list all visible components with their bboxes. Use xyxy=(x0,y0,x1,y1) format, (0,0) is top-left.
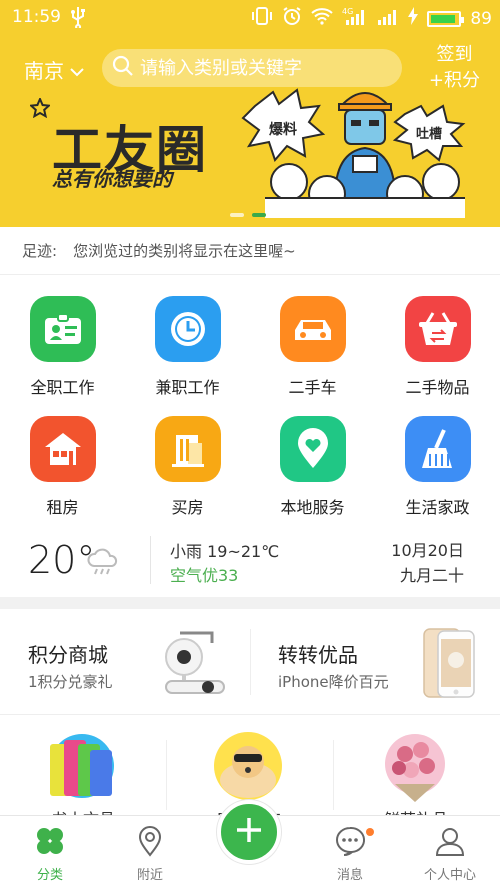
unread-badge xyxy=(366,828,374,836)
category-used-goods[interactable]: 二手物品 xyxy=(375,296,500,398)
house-icon xyxy=(29,416,96,482)
nav-label: 分类 xyxy=(36,868,63,883)
weather-widget[interactable]: 20° 小雨 19~21℃ 空气优33 10月20日 九月二十 xyxy=(0,528,500,596)
status-bar: 11:59 4G 89 xyxy=(0,0,500,36)
nav-nearby[interactable]: 附近 xyxy=(100,824,200,883)
id-card-icon xyxy=(29,296,96,362)
banner-illustration[interactable]: 爆料 吐槽 xyxy=(235,78,475,218)
dog-image xyxy=(208,724,288,808)
category-label: 买房 xyxy=(171,498,204,517)
clock-icon xyxy=(154,296,221,362)
status-icons: 4G 89 xyxy=(251,6,492,31)
battery-icon xyxy=(427,10,465,27)
promo-row: 积分商城 1积分兑豪礼 转转优品 iPhone降价百元 xyxy=(0,609,500,715)
usb-icon xyxy=(70,6,86,33)
wifi-icon xyxy=(311,7,334,30)
clover-icon xyxy=(0,824,100,858)
charging-icon xyxy=(408,7,419,30)
cloud-rain-icon xyxy=(86,548,120,580)
tag-right-text: 吐槽 xyxy=(416,126,442,142)
star-icon xyxy=(28,96,52,122)
nav-category[interactable]: 分类 xyxy=(0,824,100,883)
basket-icon xyxy=(404,296,471,362)
carousel-indicator[interactable] xyxy=(230,213,266,217)
search-icon xyxy=(112,55,134,81)
promo-subtitle: 1积分兑豪礼 xyxy=(28,673,113,691)
top-banner-area: 11:59 4G 89 南京 签到 xyxy=(0,0,500,227)
category-label: 全职工作 xyxy=(30,378,95,397)
city-label: 南京 xyxy=(24,59,64,83)
weather-description: 小雨 19~21℃ xyxy=(170,542,280,561)
robot-camera-image xyxy=(162,627,228,701)
folders-image xyxy=(42,724,122,808)
weather-divider xyxy=(150,536,151,584)
category-used-car[interactable]: 二手车 xyxy=(250,296,375,398)
signal-icon xyxy=(377,6,399,31)
map-pin-icon xyxy=(100,824,200,858)
car-icon xyxy=(279,296,346,362)
section-separator xyxy=(0,597,500,609)
category-label: 租房 xyxy=(46,498,79,517)
building-icon xyxy=(154,416,221,482)
solar-date: 10月20日 xyxy=(391,541,464,560)
category-parttime-job[interactable]: 兼职工作 xyxy=(125,296,250,398)
promo-zhuanzhuan[interactable]: 转转优品 iPhone降价百元 xyxy=(250,609,500,715)
search-input[interactable] xyxy=(140,57,390,79)
promo-title: 积分商城 xyxy=(28,643,108,667)
category-label: 二手物品 xyxy=(405,378,470,397)
battery-level: 89 xyxy=(470,8,492,29)
chat-icon xyxy=(300,824,400,858)
broom-icon xyxy=(404,416,471,482)
nav-label: 消息 xyxy=(336,868,363,883)
publish-button[interactable] xyxy=(217,800,281,864)
promo-title: 转转优品 xyxy=(278,643,358,667)
nav-profile[interactable]: 个人中心 xyxy=(400,824,500,883)
carousel-dot-active[interactable] xyxy=(252,213,266,217)
svg-text:4G: 4G xyxy=(342,7,353,16)
category-rent-house[interactable]: 租房 xyxy=(0,416,125,518)
chevron-down-icon xyxy=(70,58,84,82)
category-label: 本地服务 xyxy=(280,498,345,517)
iphone-image xyxy=(420,627,478,703)
footprint-text: 您浏览过的类别将显示在这里喔~ xyxy=(73,242,296,260)
category-housekeeping[interactable]: 生活家政 xyxy=(375,416,500,518)
status-time: 11:59 xyxy=(12,7,61,27)
user-icon xyxy=(400,824,500,858)
flowers-image xyxy=(375,724,455,808)
carousel-dot[interactable] xyxy=(230,213,244,217)
promo-points-mall[interactable]: 积分商城 1积分兑豪礼 xyxy=(0,609,250,715)
card-stationery[interactable]: 书本文具 xyxy=(0,716,166,816)
category-label: 二手车 xyxy=(288,378,337,397)
signin-label: 签到 xyxy=(436,44,473,65)
air-quality: 空气优33 xyxy=(170,566,239,585)
banner-subtitle: 总有你想要的 xyxy=(52,167,172,191)
footprint-row: 足迹: 您浏览过的类别将显示在这里喔~ xyxy=(0,227,500,275)
vibrate-icon xyxy=(251,6,273,31)
category-label: 兼职工作 xyxy=(155,378,220,397)
alarm-icon xyxy=(282,6,302,31)
footprint-label: 足迹: xyxy=(22,242,58,260)
card-flowers[interactable]: 鲜花礼品 xyxy=(333,716,499,816)
city-selector[interactable]: 南京 xyxy=(24,55,84,84)
nav-label: 附近 xyxy=(136,868,163,883)
nav-label: 个人中心 xyxy=(423,868,476,883)
nav-messages[interactable]: 消息 xyxy=(300,824,400,883)
category-local-services[interactable]: 本地服务 xyxy=(250,416,375,518)
category-buy-house[interactable]: 买房 xyxy=(125,416,250,518)
signal-4g-icon: 4G xyxy=(342,6,368,31)
tag-left-text: 爆料 xyxy=(269,121,297,138)
bottom-nav: 分类 附近 消息 个人中心 xyxy=(0,800,500,889)
category-fulltime-job[interactable]: 全职工作 xyxy=(0,296,125,398)
promo-subtitle: iPhone降价百元 xyxy=(278,673,389,691)
weather-date: 10月20日 九月二十 xyxy=(391,538,464,588)
category-label: 生活家政 xyxy=(405,498,470,517)
plus-icon xyxy=(234,815,264,849)
location-heart-icon xyxy=(279,416,346,482)
lunar-date: 九月二十 xyxy=(399,566,464,585)
